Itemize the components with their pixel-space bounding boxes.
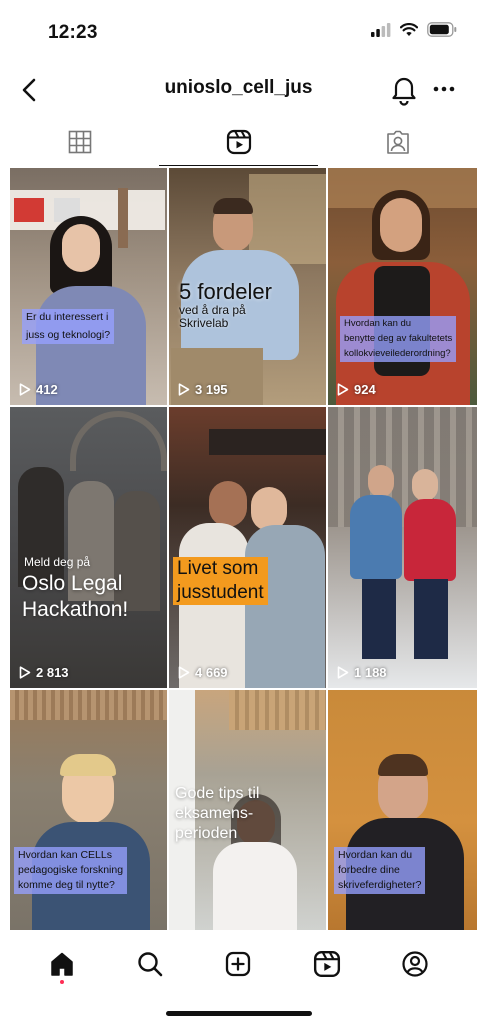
reel-small-text: Meld deg på [24,555,91,569]
view-count: 924 [337,382,376,397]
reel-caption: Hvordan kan du forbedre dine skriveferdi… [334,847,426,894]
reel-tile[interactable]: 1 188 [328,407,477,688]
nav-search-button[interactable] [126,940,174,988]
bell-icon [392,77,416,106]
reels-icon [313,950,340,978]
view-count: 4 669 [178,665,228,680]
play-icon [337,666,349,679]
reel-title: Gode tips til eksamens- perioden [175,785,260,842]
play-icon [178,666,190,679]
bottom-navigation [0,936,477,992]
reel-title-highlight: Livet som jusstudent [173,557,268,605]
reel-thumbnail [10,168,167,405]
notifications-button[interactable] [389,72,419,106]
reel-tile[interactable]: Hvordan kan CELLs pedagogiske forskning … [10,690,167,930]
reel-tile[interactable]: 5 fordeler ved å dra på Skrivelab 3 195 [169,168,326,405]
reel-tile[interactable]: Hvordan kan du benytte deg av fakultetet… [328,168,477,405]
home-icon [51,952,73,976]
play-icon [19,383,31,396]
reel-thumbnail [10,407,167,688]
status-icons [371,22,457,37]
reel-tile[interactable]: Meld deg på Oslo Legal Hackathon! 2 813 [10,407,167,688]
reel-tile[interactable]: Hvordan kan du forbedre dine skriveferdi… [328,690,477,930]
reel-thumbnail [10,690,167,930]
reel-tile[interactable]: Gode tips til eksamens- perioden [169,690,326,930]
play-icon [178,383,190,396]
profile-header: unioslo_cell_jus [0,64,477,116]
tagged-person-icon [386,130,409,154]
reel-tile[interactable]: Er du interessert i juss og teknologi? 4… [10,168,167,405]
reels-grid: Er du interessert i juss og teknologi? 4… [10,168,477,930]
home-indicator[interactable] [166,1011,312,1016]
search-icon [138,952,163,977]
nav-home-button[interactable] [38,940,86,988]
grid-icon [68,130,91,154]
more-horizontal-icon [433,86,455,92]
cellular-signal-icon [371,22,391,37]
battery-icon [427,22,457,37]
reel-thumbnail [328,407,477,688]
reel-title: Oslo Legal Hackathon! [22,572,129,621]
reel-caption: Hvordan kan CELLs pedagogiske forskning … [14,847,128,894]
profile-tabs [0,118,477,166]
view-count: 2 813 [19,665,69,680]
reel-thumbnail [328,690,477,930]
reel-thumbnail [169,407,326,688]
view-count: 412 [19,382,58,397]
reel-subtitle: ved å dra på Skrivelab [179,303,246,330]
reel-title: 5 fordeler [179,279,272,304]
status-bar: 12:23 [0,0,477,64]
reel-caption: Hvordan kan du benytte deg av fakultetet… [340,316,457,362]
nav-create-button[interactable] [214,940,262,988]
reel-tile[interactable]: Livet som jusstudent 4 669 [169,407,326,688]
wifi-icon [400,22,418,36]
reel-caption: Er du interessert i juss og teknologi? [22,309,115,344]
status-time: 12:23 [48,22,98,43]
nav-profile-button[interactable] [391,940,439,988]
more-options-button[interactable] [427,72,461,106]
tab-tagged[interactable] [318,118,477,166]
nav-reels-button[interactable] [303,940,351,988]
notification-dot [60,980,65,984]
play-icon [337,383,349,396]
create-icon [226,951,251,977]
play-icon [19,666,31,679]
tab-reels[interactable] [159,118,318,166]
view-count: 3 195 [178,382,228,397]
profile-icon [402,951,428,977]
tab-grid[interactable] [0,118,159,166]
reel-thumbnail [328,168,477,405]
view-count: 1 188 [337,665,387,680]
reels-icon [226,129,251,155]
